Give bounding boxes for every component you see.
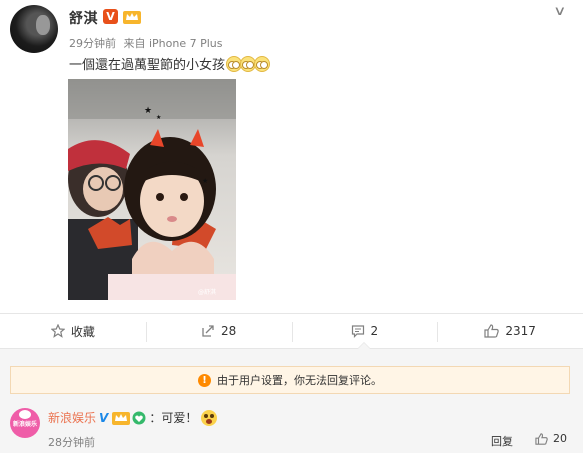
post-text: 一個還在過萬聖節的小女孩 (69, 54, 271, 73)
svg-text:★: ★ (156, 114, 161, 121)
warning-icon: ! (198, 373, 211, 387)
thumbs-up-icon (484, 324, 500, 338)
chevron-down-icon[interactable]: ∨ (553, 4, 566, 19)
user-avatar[interactable] (10, 5, 58, 53)
comments-panel: ! 由于用户设置，你无法回复评论。 新浪娱乐 新浪娱乐 V ：可爱！ 28分钟前… (0, 349, 583, 453)
commenter-name[interactable]: 新浪娱乐 (48, 409, 96, 426)
post-text-content: 一個還在過萬聖節的小女孩 (69, 58, 226, 73)
star-icon (50, 324, 65, 338)
post-photo[interactable]: ★ ★ ★ @舒淇 (68, 79, 236, 300)
comment-time: 28分钟前 (48, 436, 95, 449)
notice-text: 由于用户设置，你无法回复评论。 (217, 374, 382, 387)
repost-count: 28 (220, 324, 237, 338)
like-count: 2317 (505, 324, 536, 338)
emoji-eyes-icon (226, 55, 271, 72)
favorite-label: 收藏 (70, 324, 95, 339)
crown-badge-icon (112, 411, 131, 425)
reply-link[interactable]: 回复 (491, 433, 513, 449)
thumbs-up-icon (535, 432, 548, 445)
comment-button[interactable]: 2 (291, 314, 438, 349)
post-time[interactable]: 29分钟前 (69, 37, 116, 50)
crown-badge-icon[interactable] (123, 9, 141, 24)
active-indicator (357, 342, 372, 349)
image-watermark: @舒淇 (198, 288, 216, 296)
svg-text:★: ★ (202, 177, 208, 185)
comment-icon (351, 325, 364, 338)
comment-count: 2 (370, 324, 379, 338)
heart-badge-icon (132, 411, 146, 424)
comment-like-button[interactable]: 20 (535, 432, 567, 445)
surprised-emoji-icon (201, 409, 218, 426)
commenter-avatar-text: 新浪娱乐 (13, 421, 38, 428)
photo-illustration: ★ ★ ★ @舒淇 (68, 79, 236, 300)
comment-line: 新浪娱乐 V ：可爱！ (48, 409, 218, 426)
repost-icon (202, 325, 214, 337)
verified-v-icon: V (99, 410, 109, 425)
post-meta: 29分钟前 来自 iPhone 7 Plus (69, 35, 223, 51)
comment-like-count: 20 (553, 432, 567, 445)
action-bar: 收藏 28 2 2317 (0, 313, 583, 349)
like-button[interactable]: 2317 (437, 314, 583, 348)
weibo-post: 舒淇 V ∨ 29分钟前 来自 iPhone 7 Plus 一個還在過萬聖節的小… (0, 0, 583, 315)
comment-text: ：可爱！ (149, 411, 198, 425)
favorite-button[interactable]: 收藏 (0, 314, 146, 348)
repost-button[interactable]: 28 (145, 314, 292, 348)
commenter-avatar[interactable]: 新浪娱乐 (10, 408, 40, 438)
post-source: 来自 iPhone 7 Plus (123, 37, 223, 50)
svg-text:★: ★ (144, 106, 152, 116)
post-username[interactable]: 舒淇 (69, 8, 98, 28)
verified-badge-icon[interactable]: V (103, 9, 118, 24)
reply-restriction-notice: ! 由于用户设置，你无法回复评论。 (10, 366, 570, 394)
